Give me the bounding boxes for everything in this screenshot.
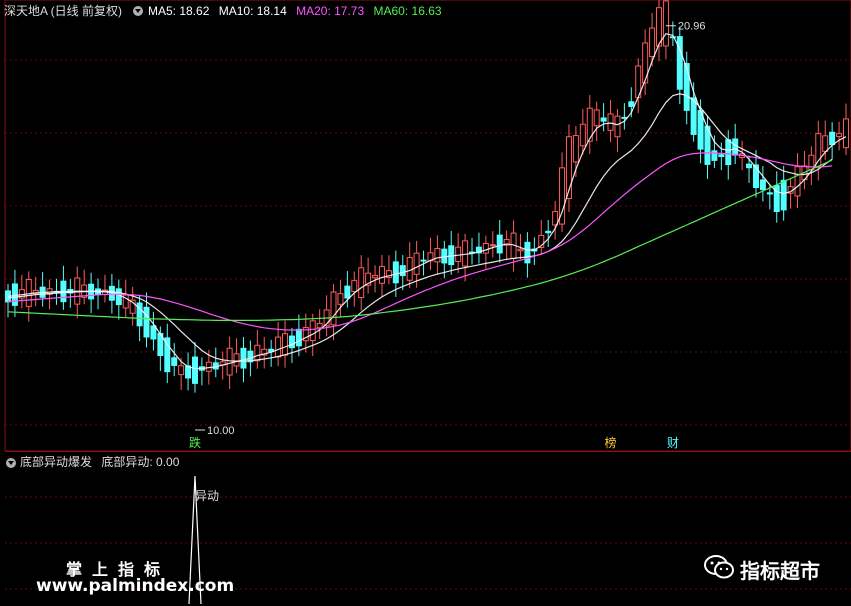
candle-body — [766, 192, 773, 195]
candle-body — [254, 344, 261, 362]
candle-body — [344, 285, 351, 299]
candle-body — [275, 336, 282, 358]
candle-body — [725, 139, 732, 166]
candle-body — [233, 353, 240, 367]
candle-body — [794, 166, 801, 197]
candle-body — [25, 278, 32, 307]
candle-body — [607, 113, 614, 131]
candle-body — [718, 154, 725, 158]
candle-body — [399, 265, 406, 277]
candle-body — [164, 337, 171, 373]
sub-indicator-value: 底部异动: 0.00 — [101, 455, 180, 469]
candle-body — [392, 261, 399, 284]
candle-body — [295, 328, 302, 347]
candle-body — [330, 291, 337, 326]
ma60-label: MA60: 16.63 — [373, 4, 442, 18]
candle-body — [11, 283, 18, 306]
candle-body — [489, 244, 496, 247]
sub-header: 底部异动爆发 底部异动: 0.00 — [20, 455, 179, 469]
candle-body — [337, 293, 344, 305]
ma-legend: MA5: 18.62 MA10: 18.14 MA20: 17.73 MA60:… — [148, 4, 442, 18]
candle-body — [628, 101, 635, 107]
candle-body — [413, 252, 420, 275]
candle-body — [822, 135, 829, 152]
indicator-menu-icon[interactable] — [133, 6, 143, 16]
candle-body — [358, 267, 365, 299]
candle-body — [843, 118, 849, 149]
candle-body — [517, 248, 524, 252]
candle-body — [482, 242, 489, 254]
candle-body — [524, 241, 531, 264]
candle-body — [496, 234, 503, 254]
candle-body — [171, 357, 178, 366]
sub-indicator-menu-icon[interactable] — [6, 458, 16, 468]
high-label: 20.96 — [678, 21, 706, 33]
ma20-label: MA20: 17.73 — [296, 4, 365, 18]
candle-body — [732, 138, 739, 156]
signal-marker: 财 — [667, 436, 679, 450]
candle-body — [711, 150, 718, 161]
candle-body — [815, 133, 822, 168]
candle-body — [240, 347, 247, 369]
wechat-icon — [704, 555, 734, 579]
signal-marker: 跌 — [189, 435, 201, 450]
candle-body — [115, 288, 122, 306]
candle-body — [690, 97, 697, 135]
candle-body — [448, 245, 455, 266]
candle-body — [462, 240, 469, 267]
candle-body — [579, 123, 586, 147]
candle-body — [372, 275, 379, 279]
candle-body — [593, 109, 600, 127]
signal-label: 异动 — [195, 489, 219, 503]
candle-body — [836, 133, 843, 137]
candle-body — [178, 365, 185, 376]
ma5-label: MA5: 18.62 — [148, 4, 210, 18]
candle-body — [662, 0, 669, 47]
candle-body — [434, 247, 441, 263]
candle-body — [282, 333, 289, 356]
candle-body — [406, 257, 413, 281]
candle-body — [649, 27, 656, 58]
watermark-url: www.palmindex.com — [36, 576, 235, 596]
candle-body — [746, 163, 753, 169]
candle-body — [378, 266, 385, 284]
candle-body — [143, 306, 150, 338]
candle-body — [572, 135, 579, 163]
candle-body — [288, 335, 295, 349]
main-header: 深天地A (日线 前复权) — [4, 4, 122, 18]
ma10-label: MA10: 18.14 — [218, 4, 287, 18]
candle-body — [545, 230, 552, 234]
low-label: 10.00 — [207, 425, 235, 437]
candle-body — [759, 179, 766, 191]
brand-name: 指标超市 — [740, 559, 820, 583]
candle-body — [614, 115, 621, 138]
candle-body — [316, 322, 323, 329]
candle-body — [309, 320, 316, 342]
candle-body — [205, 361, 212, 372]
candle-body — [226, 347, 233, 376]
sub-indicator-title: 底部异动爆发 — [20, 455, 93, 469]
candle-body — [441, 248, 448, 264]
candle-body — [191, 356, 198, 384]
candle-body — [829, 131, 836, 146]
candle-body — [780, 179, 787, 211]
candle-body — [683, 63, 690, 111]
candle-body — [150, 325, 157, 340]
candle-body — [656, 7, 663, 47]
stock-title: 深天地A (日线 前复权) — [4, 4, 123, 18]
candle-body — [600, 117, 607, 122]
candle-body — [455, 246, 462, 262]
candle-body — [351, 280, 358, 293]
candle-body — [420, 259, 427, 262]
stock-chart-stage: 异动 20.96 10.00 跌 榜 财 — [0, 0, 851, 606]
signal-marker: 榜 — [605, 435, 617, 450]
